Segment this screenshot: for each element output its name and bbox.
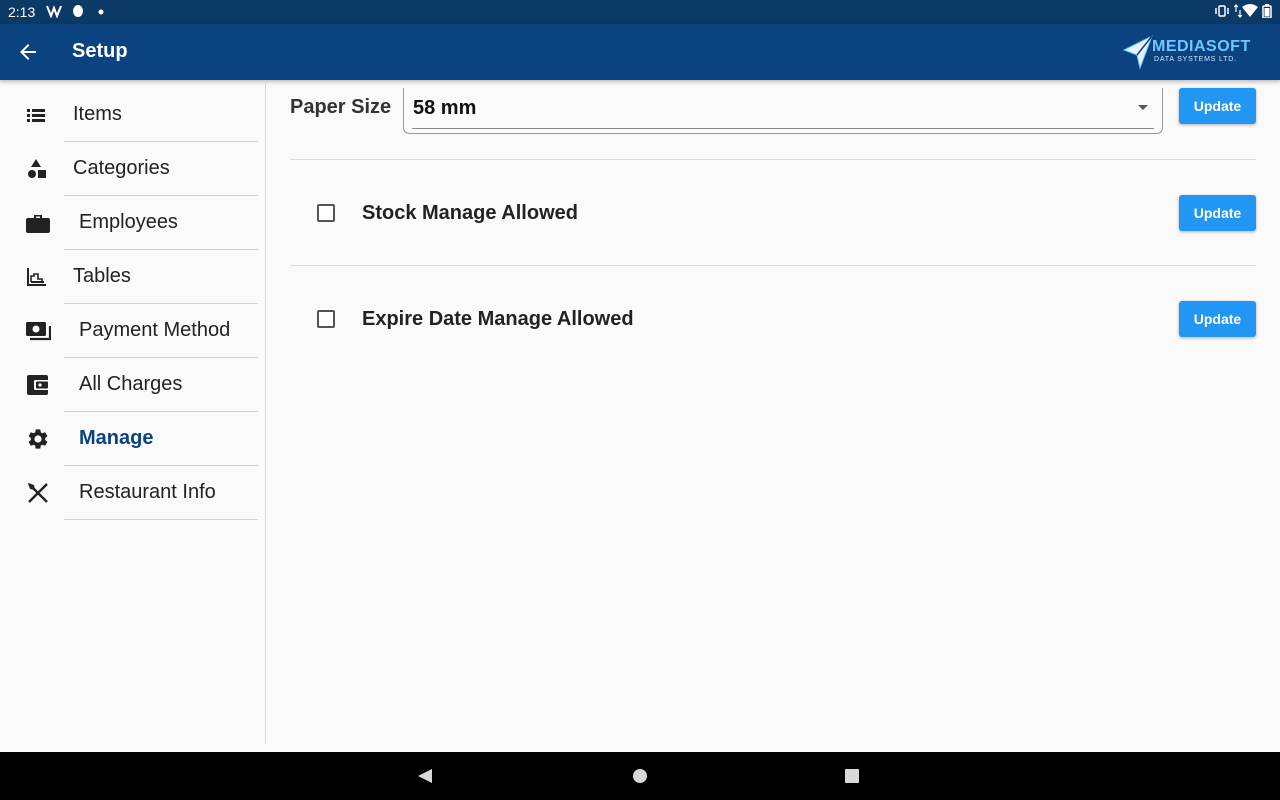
dropdown-arrow-icon — [1138, 105, 1148, 110]
app-bar: Setup MEDIASOFT DATA SYSTEMS LTD. — [0, 24, 1280, 80]
stock-manage-label: Stock Manage Allowed — [362, 202, 578, 224]
sidebar-item-employees[interactable]: Employees — [0, 196, 266, 250]
sidebar-item-label: Restaurant Info — [79, 481, 216, 503]
divider — [290, 159, 1256, 160]
logo-mark-icon — [1122, 34, 1153, 70]
wallet-icon — [27, 375, 49, 395]
sidebar-item-payment-method[interactable]: Payment Method — [0, 304, 266, 358]
network-icon — [46, 5, 62, 18]
table-chart-icon — [27, 268, 46, 286]
sync-icon — [73, 5, 83, 17]
paper-size-label: Paper Size — [290, 96, 392, 118]
wifi-icon — [1242, 4, 1258, 17]
divider — [64, 519, 258, 520]
expire-date-manage-label: Expire Date Manage Allowed — [362, 308, 634, 330]
status-bar: 2:13 — [0, 0, 1280, 24]
category-shapes-icon — [28, 159, 46, 178]
stock-manage-update-button[interactable]: Update — [1179, 195, 1256, 231]
data-arrows-icon — [1234, 4, 1242, 18]
recents-square-icon[interactable] — [844, 768, 860, 784]
page-title: Setup — [72, 40, 128, 62]
paper-size-dropdown[interactable]: 58 mm — [403, 88, 1163, 134]
sidebar-item-label: Categories — [73, 157, 170, 179]
main-content: Paper Size 58 mm Update Stock Manage All… — [266, 80, 1280, 744]
cutlery-icon — [28, 483, 48, 503]
system-nav-bar — [0, 752, 1280, 800]
payments-icon — [26, 322, 51, 341]
sidebar-item-manage[interactable]: Manage — [0, 412, 266, 466]
company-logo: MEDIASOFT DATA SYSTEMS LTD. — [1120, 32, 1265, 72]
briefcase-icon — [26, 215, 50, 233]
sidebar: Items Categories Employees Tables Paymen… — [0, 80, 266, 744]
paper-size-update-button[interactable]: Update — [1179, 88, 1256, 124]
sidebar-item-label: Items — [73, 103, 122, 125]
stock-manage-checkbox[interactable] — [317, 204, 335, 222]
home-circle-icon[interactable] — [632, 768, 648, 784]
sidebar-item-items[interactable]: Items — [0, 88, 266, 142]
paper-size-value: 58 mm — [413, 97, 477, 119]
gear-icon — [28, 429, 48, 449]
expire-date-update-button[interactable]: Update — [1179, 301, 1256, 337]
arrow-back-icon[interactable] — [16, 40, 40, 64]
list-icon — [27, 109, 45, 122]
sidebar-item-tables[interactable]: Tables — [0, 250, 266, 304]
logo-brand: MEDIASOFT — [1152, 38, 1251, 55]
status-time: 2:13 — [8, 4, 36, 20]
dropdown-underline — [412, 128, 1154, 129]
sidebar-item-label: Payment Method — [79, 319, 231, 341]
expire-date-manage-checkbox[interactable] — [317, 310, 335, 328]
battery-icon — [1262, 4, 1272, 18]
sidebar-item-label: Employees — [79, 211, 178, 233]
back-triangle-icon[interactable] — [417, 768, 433, 784]
divider — [290, 265, 1256, 266]
sidebar-item-all-charges[interactable]: All Charges — [0, 358, 266, 412]
sidebar-item-label: All Charges — [79, 373, 183, 395]
vibrate-icon — [1215, 5, 1229, 17]
sidebar-item-label: Manage — [79, 427, 154, 449]
logo-subtitle: DATA SYSTEMS LTD. — [1154, 56, 1237, 63]
sidebar-item-restaurant-info[interactable]: Restaurant Info — [0, 466, 266, 520]
sidebar-item-label: Tables — [73, 265, 131, 287]
sidebar-item-categories[interactable]: Categories — [0, 142, 266, 196]
dot-icon — [98, 9, 104, 15]
